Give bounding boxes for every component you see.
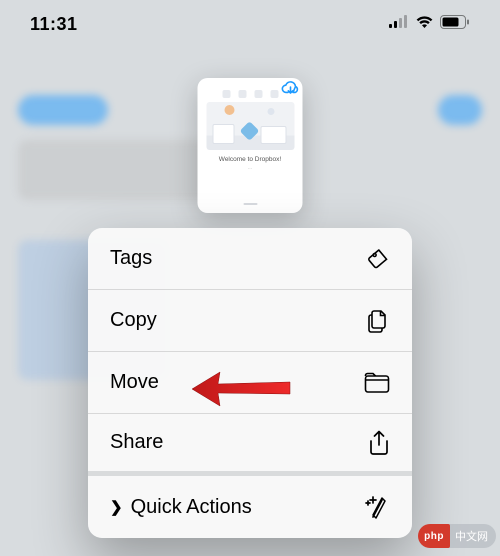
menu-item-copy[interactable]: Copy bbox=[88, 290, 412, 352]
preview-subcaption: ··· bbox=[248, 166, 253, 172]
menu-item-quick-actions[interactable]: ❯ Quick Actions bbox=[88, 476, 412, 538]
sparkle-icon bbox=[364, 495, 390, 519]
file-preview-card[interactable]: Welcome to Dropbox! ··· bbox=[198, 78, 303, 213]
watermark-badge: php bbox=[418, 524, 450, 548]
context-menu: Tags Copy Move Share ❯ Quick Actions bbox=[88, 228, 412, 538]
tag-icon bbox=[366, 247, 390, 271]
watermark-text: 中文网 bbox=[455, 528, 488, 544]
preview-thumbnail bbox=[206, 102, 294, 150]
menu-item-tags[interactable]: Tags bbox=[88, 228, 412, 290]
chevron-right-icon: ❯ bbox=[110, 498, 123, 516]
status-icons bbox=[389, 15, 470, 34]
watermark: php 中文网 bbox=[418, 524, 496, 548]
menu-label: Share bbox=[110, 431, 163, 454]
menu-item-share[interactable]: Share bbox=[88, 414, 412, 476]
copy-icon bbox=[366, 308, 390, 333]
menu-item-move[interactable]: Move bbox=[88, 352, 412, 414]
cellular-icon bbox=[389, 15, 409, 33]
status-bar: 11:31 bbox=[0, 0, 500, 48]
share-icon bbox=[368, 430, 390, 456]
wifi-icon bbox=[415, 15, 434, 34]
battery-icon bbox=[440, 15, 470, 34]
preview-caption: Welcome to Dropbox! bbox=[219, 156, 281, 163]
menu-label: Copy bbox=[110, 309, 157, 332]
folder-icon bbox=[364, 372, 390, 394]
menu-label: Quick Actions bbox=[131, 496, 252, 519]
menu-label: Move bbox=[110, 371, 159, 394]
cloud-download-icon bbox=[281, 80, 301, 101]
status-time: 11:31 bbox=[30, 14, 78, 35]
menu-label: Tags bbox=[110, 247, 152, 270]
